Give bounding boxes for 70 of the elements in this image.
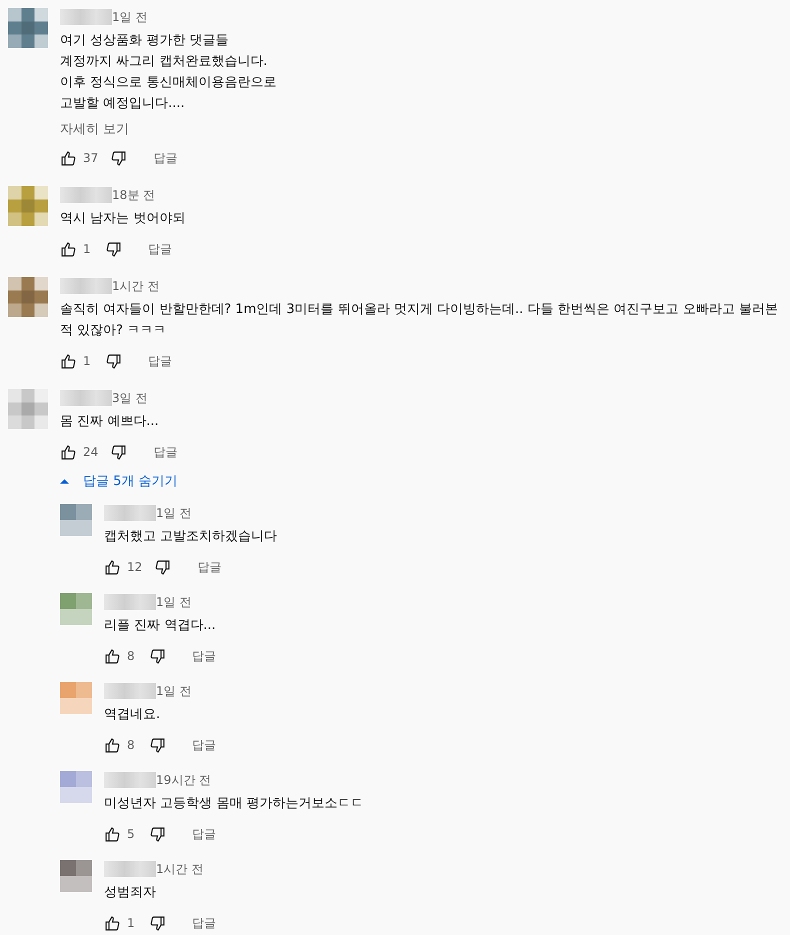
reply-button[interactable]: 답글 (186, 822, 222, 846)
comment-text: 여기 성상품화 평가한 댓글들 계정까지 싸그리 캡처완료했습니다. 이후 정식으로 통신매체이용음란으로 고발할 예정입니다.... (60, 32, 278, 113)
thumbs-down-icon[interactable] (149, 648, 166, 664)
like-count: 12 (127, 560, 142, 574)
comment-text: 몸 진짜 예쁘다... (60, 413, 160, 431)
comment-time[interactable]: 1시간 전 (156, 860, 204, 878)
blurred-name (60, 278, 112, 294)
thumbs-up-icon[interactable] (60, 150, 77, 166)
like-count: 24 (83, 445, 98, 459)
blurred-name (104, 861, 156, 877)
reply-button[interactable]: 답글 (186, 644, 222, 668)
like-count: 5 (127, 827, 136, 841)
comment-text: 역시 남자는 벗어야되 (60, 210, 186, 228)
read-more-link[interactable]: 자세히 보기 (60, 120, 130, 138)
comment-text: 솔직히 여자들이 반할만한데? 1m인데 3미터를 뛰어올라 멋지게 다이빙하는데.. 다들 한번씩은 여진구보고 오빠라고 불러본 적 있잖아? ㅋㅋㅋ (60, 301, 779, 340)
thumbs-up-icon[interactable] (60, 240, 77, 258)
avatar[interactable] (8, 8, 48, 48)
blurred-name (104, 772, 156, 788)
blurred-name (60, 9, 112, 25)
thumbs-up-icon[interactable] (60, 352, 77, 370)
comment-text: 캡처했고 고발조치하겠습니다 (104, 528, 278, 546)
thumbs-down-icon[interactable] (149, 826, 166, 842)
like-count: 1 (83, 242, 92, 256)
blurred-name (104, 594, 156, 610)
like-count: 37 (83, 151, 98, 165)
comment-time[interactable]: 1일 전 (156, 504, 192, 522)
blurred-name (60, 390, 112, 406)
comment-time[interactable]: 18분 전 (112, 186, 156, 204)
thumbs-up-icon[interactable] (104, 648, 121, 664)
comment-time[interactable]: 1시간 전 (112, 278, 160, 294)
reply-button[interactable]: 답글 (142, 236, 178, 262)
thumbs-up-icon[interactable] (104, 914, 121, 932)
blurred-name (104, 683, 156, 699)
thumbs-down-icon[interactable] (154, 558, 172, 576)
comment-text: 미성년자 고등학생 몸매 평가하는거보소ㄷㄷ (104, 795, 364, 813)
comment-time[interactable]: 19시간 전 (156, 772, 212, 788)
comment-time[interactable]: 1일 전 (156, 682, 192, 700)
reply-button[interactable]: 답글 (142, 348, 178, 374)
thumbs-up-icon[interactable] (104, 826, 121, 842)
like-count: 1 (83, 354, 92, 368)
like-count: 1 (127, 916, 136, 930)
thumbs-down-icon[interactable] (110, 150, 128, 166)
thumbs-down-icon[interactable] (149, 736, 166, 754)
reply-button[interactable]: 답글 (186, 910, 222, 935)
blurred-name (104, 505, 156, 521)
like-count: 8 (127, 649, 136, 663)
comment-text: 역겹네요. (104, 706, 162, 724)
reply-button[interactable]: 답글 (147, 146, 184, 170)
comment-text: 리플 진짜 역겹다... (104, 617, 217, 635)
comment-time[interactable]: 3일 전 (112, 390, 148, 406)
thumbs-down-icon[interactable] (105, 240, 122, 258)
thumbs-up-icon[interactable] (104, 558, 121, 576)
blurred-name (60, 187, 112, 203)
thumbs-down-icon[interactable] (110, 444, 128, 460)
thumbs-up-icon[interactable] (104, 736, 121, 754)
thumbs-down-icon[interactable] (105, 352, 122, 370)
caret-icon (60, 478, 69, 484)
thumbs-up-icon[interactable] (60, 444, 77, 460)
avatar[interactable] (8, 186, 48, 226)
comment-text: 성범죄자 (104, 884, 157, 902)
avatar[interactable] (8, 277, 48, 317)
hide-replies-button[interactable]: 답글 5개 숨기기 (60, 468, 178, 494)
comment-time[interactable]: 1일 전 (156, 594, 192, 610)
reply-button[interactable]: 답글 (191, 554, 228, 580)
like-count: 8 (127, 738, 136, 752)
reply-button[interactable]: 답글 (147, 440, 184, 464)
reply-button[interactable]: 답글 (186, 732, 222, 758)
comment-time[interactable]: 1일 전 (112, 8, 148, 26)
avatar[interactable] (60, 860, 92, 892)
thumbs-down-icon[interactable] (149, 914, 166, 932)
